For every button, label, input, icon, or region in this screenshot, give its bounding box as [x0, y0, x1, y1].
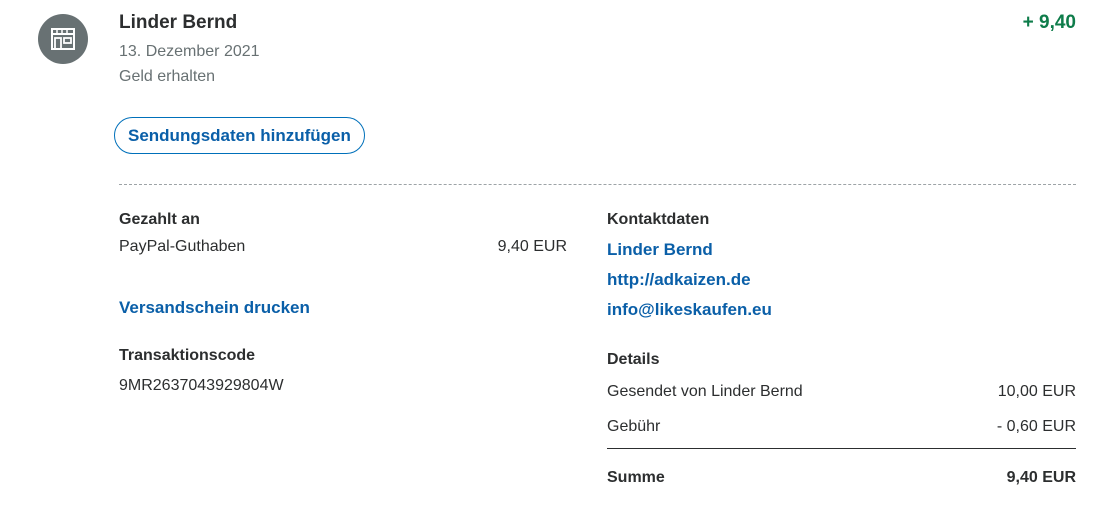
- store-icon: [51, 28, 75, 50]
- details-row-label: Gebühr: [607, 418, 661, 435]
- total-label: Summe: [607, 469, 665, 486]
- total-divider: [607, 448, 1076, 449]
- details-label: Details: [607, 351, 660, 368]
- transaction-type: Geld erhalten: [119, 68, 216, 85]
- dashed-divider: [119, 184, 1076, 185]
- contact-name-link[interactable]: Linder Bernd: [607, 240, 713, 260]
- details-row-value: 10,00 EUR: [997, 383, 1076, 400]
- contact-website-link[interactable]: http://adkaizen.de: [607, 270, 751, 290]
- transaction-code-label: Transaktionscode: [119, 347, 256, 364]
- transaction-date: 13. Dezember 2021: [119, 43, 260, 60]
- paid-to-label: Gezahlt an: [119, 211, 200, 228]
- add-shipping-info-button[interactable]: Sendungsdaten hinzufügen: [114, 117, 365, 154]
- counterparty-name: Linder Bernd: [119, 12, 238, 33]
- total-value: 9,40 EUR: [1006, 469, 1076, 486]
- details-row-label: Gesendet von Linder Bernd: [607, 383, 803, 400]
- payment-method: PayPal-Guthaben: [119, 238, 246, 255]
- transaction-code: 9MR2637043929804W: [119, 377, 284, 394]
- details-row-value: - 0,60 EUR: [996, 418, 1076, 435]
- paid-amount: 9,40 EUR: [497, 238, 567, 255]
- transaction-amount: + 9,40: [1022, 12, 1076, 33]
- contact-email-link[interactable]: info@likeskaufen.eu: [607, 300, 772, 320]
- contact-label: Kontaktdaten: [607, 211, 710, 228]
- print-shipping-label-link[interactable]: Versandschein drucken: [119, 298, 310, 318]
- avatar: [38, 14, 88, 64]
